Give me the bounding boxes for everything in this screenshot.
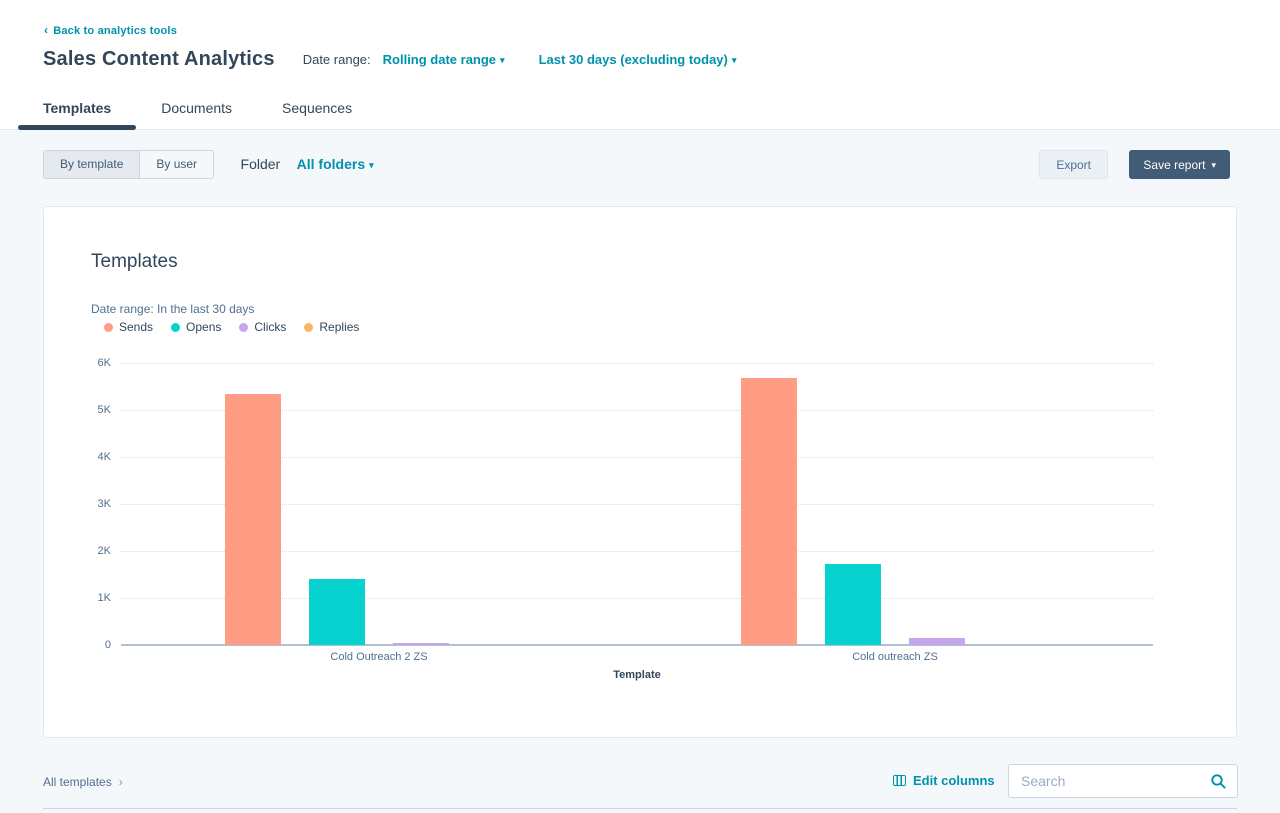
bar-clicks-1[interactable] bbox=[393, 643, 449, 645]
table-top-divider bbox=[43, 808, 1237, 809]
legend-item-clicks[interactable]: Clicks bbox=[239, 320, 286, 334]
legend-label: Clicks bbox=[254, 320, 286, 334]
edit-columns-label: Edit columns bbox=[913, 773, 995, 788]
bar-opens-1[interactable] bbox=[309, 579, 365, 645]
x-tick-label: Cold outreach ZS bbox=[785, 651, 1005, 663]
back-to-analytics-link[interactable]: ‹ Back to analytics tools bbox=[44, 23, 177, 37]
breadcrumb-label: All templates bbox=[43, 775, 112, 789]
y-tick-label: 0 bbox=[71, 639, 111, 651]
chevron-down-icon: ▾ bbox=[1211, 160, 1216, 170]
back-link-label: Back to analytics tools bbox=[53, 25, 177, 37]
by-template-toggle[interactable]: By template bbox=[43, 150, 140, 179]
legend-dot-icon bbox=[239, 323, 248, 332]
edit-columns-button[interactable]: Edit columns bbox=[893, 773, 995, 788]
legend-item-sends[interactable]: Sends bbox=[104, 320, 153, 334]
search-input[interactable] bbox=[1021, 765, 1201, 797]
export-button[interactable]: Export bbox=[1039, 150, 1108, 179]
legend-dot-icon bbox=[104, 323, 113, 332]
templates-report-card: Templates Date range: In the last 30 day… bbox=[43, 206, 1237, 738]
gridline bbox=[121, 363, 1153, 364]
date-range-type-dropdown[interactable]: Rolling date range▾ bbox=[383, 52, 505, 67]
view-toggle-group: By template By user bbox=[43, 150, 214, 179]
x-axis-title: Template bbox=[121, 669, 1153, 681]
legend-item-replies[interactable]: Replies bbox=[304, 320, 359, 334]
chart-subtitle: Date range: In the last 30 days bbox=[91, 302, 254, 316]
main-tabs: Templates Documents Sequences bbox=[18, 96, 377, 130]
tab-documents[interactable]: Documents bbox=[136, 96, 257, 130]
save-report-button[interactable]: Save report▾ bbox=[1129, 150, 1230, 179]
search-icon[interactable] bbox=[1210, 773, 1227, 795]
table-columns-icon bbox=[893, 775, 906, 786]
y-tick-label: 3K bbox=[71, 498, 111, 510]
bar-sends-1[interactable] bbox=[225, 394, 281, 645]
controls-bar: By template By user Folder All folders▾ … bbox=[43, 150, 1237, 180]
folder-dropdown[interactable]: All folders▾ bbox=[297, 150, 374, 180]
legend-label: Opens bbox=[186, 320, 221, 334]
chevron-down-icon: ▾ bbox=[369, 160, 374, 170]
table-toolbar: All templates › Edit columns bbox=[0, 760, 1280, 813]
search-box bbox=[1008, 764, 1238, 798]
y-tick-label: 1K bbox=[71, 592, 111, 604]
chevron-down-icon: ▾ bbox=[500, 55, 505, 65]
y-tick-label: 2K bbox=[71, 545, 111, 557]
y-tick-label: 6K bbox=[71, 357, 111, 369]
folder-label: Folder bbox=[241, 150, 281, 179]
bar-clicks-2[interactable] bbox=[909, 638, 965, 645]
page-title: Sales Content Analytics bbox=[43, 48, 275, 71]
chart-plot: Template 6K5K4K3K2K1K0Cold Outreach 2 ZS… bbox=[121, 363, 1153, 645]
legend-dot-icon bbox=[171, 323, 180, 332]
page-header: ‹ Back to analytics tools Sales Content A… bbox=[0, 0, 1280, 130]
chevron-down-icon: ▾ bbox=[732, 55, 737, 65]
date-range-label: Date range: bbox=[303, 52, 371, 67]
tab-templates[interactable]: Templates bbox=[18, 96, 136, 130]
y-tick-label: 5K bbox=[71, 404, 111, 416]
chevron-right-icon: › bbox=[119, 775, 123, 789]
chart-title: Templates bbox=[91, 251, 178, 273]
bar-opens-2[interactable] bbox=[825, 564, 881, 645]
y-tick-label: 4K bbox=[71, 451, 111, 463]
breadcrumb[interactable]: All templates › bbox=[43, 775, 123, 789]
legend-label: Sends bbox=[119, 320, 153, 334]
by-user-toggle[interactable]: By user bbox=[140, 150, 214, 179]
legend-label: Replies bbox=[319, 320, 359, 334]
legend-item-opens[interactable]: Opens bbox=[171, 320, 221, 334]
chart-legend: Sends Opens Clicks Replies bbox=[104, 320, 377, 334]
legend-dot-icon bbox=[304, 323, 313, 332]
back-chevron-icon: ‹ bbox=[44, 23, 48, 37]
bar-sends-2[interactable] bbox=[741, 378, 797, 645]
tab-sequences[interactable]: Sequences bbox=[257, 96, 377, 130]
x-tick-label: Cold Outreach 2 ZS bbox=[269, 651, 489, 663]
date-range-value-dropdown[interactable]: Last 30 days (excluding today)▾ bbox=[539, 52, 737, 67]
